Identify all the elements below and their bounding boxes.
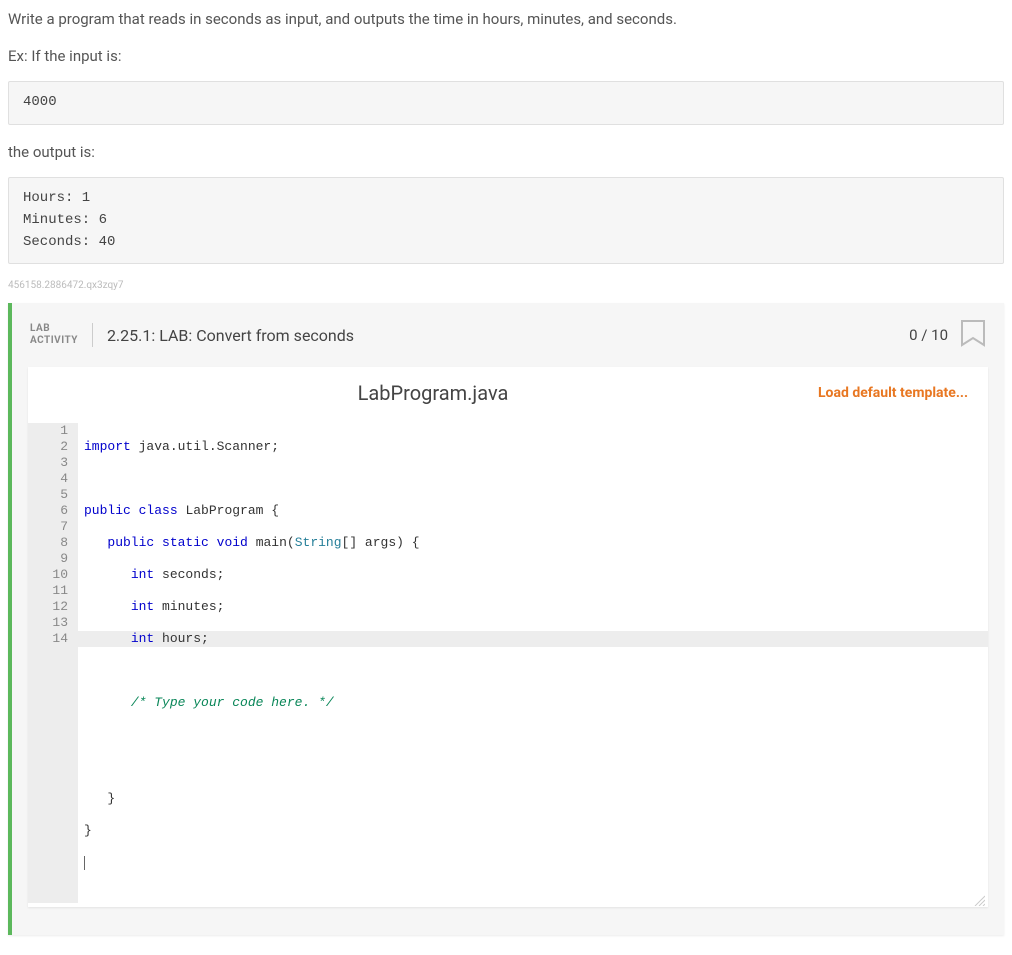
editor-topbar: LabProgram.java Load default template... [28,367,988,419]
code-editor[interactable]: 1 2 3 4 5 6 7 8 9 10 11 12 13 14 import … [28,419,988,907]
lab-panel: LAB ACTIVITY 2.25.1: LAB: Convert from s… [8,303,1004,935]
badge-line2: ACTIVITY [30,335,78,347]
code-token [84,695,131,710]
code-token: class [139,503,178,518]
code-token: seconds; [154,567,224,582]
code-token: minutes; [154,599,224,614]
code-token: ( [287,535,295,550]
example-input-label: Ex: If the input is: [8,45,1004,68]
lab-activity-badge: LAB ACTIVITY [30,323,93,347]
code-token: } [84,823,92,838]
code-token: import [84,439,131,454]
code-text-area[interactable]: import java.util.Scanner; public class L… [78,423,988,903]
code-token: static [162,535,209,550]
editor-card: LabProgram.java Load default template...… [28,367,988,907]
code-token [84,535,107,550]
code-token [84,631,131,646]
internal-id: 456158.2886472.qx3zqy7 [8,280,1004,291]
text-cursor [84,856,85,870]
code-token: int [131,567,154,582]
code-token: int [131,599,154,614]
problem-description: Write a program that reads in seconds as… [8,8,1004,31]
code-token [84,791,107,806]
code-token: public [107,535,154,550]
example-input-box: 4000 [8,81,1004,125]
code-token: } [107,791,115,806]
code-token: [] args) { [342,535,420,550]
code-token: public [84,503,131,518]
code-token: int [131,631,154,646]
lab-score: 0 / 10 [909,326,948,344]
example-output-box: Hours: 1 Minutes: 6 Seconds: 40 [8,177,1004,264]
code-token [84,567,131,582]
code-token: hours; [154,631,209,646]
bookmark-icon[interactable] [960,319,986,351]
code-token [84,599,131,614]
code-token: void [217,535,248,550]
code-token: { [263,503,279,518]
code-token: LabProgram [185,503,263,518]
line-number-gutter: 1 2 3 4 5 6 7 8 9 10 11 12 13 14 [28,423,78,903]
editor-filename: LabProgram.java [48,381,818,405]
lab-header: LAB ACTIVITY 2.25.1: LAB: Convert from s… [12,303,1004,367]
code-token: /* Type your code here. */ [131,695,334,710]
badge-line1: LAB [30,323,78,335]
code-token: main [256,535,287,550]
load-default-template-link[interactable]: Load default template... [818,385,968,401]
code-token: String [295,535,342,550]
example-output-label: the output is: [8,141,1004,164]
code-token: java.util.Scanner; [131,439,279,454]
lab-title: 2.25.1: LAB: Convert from seconds [107,326,909,345]
